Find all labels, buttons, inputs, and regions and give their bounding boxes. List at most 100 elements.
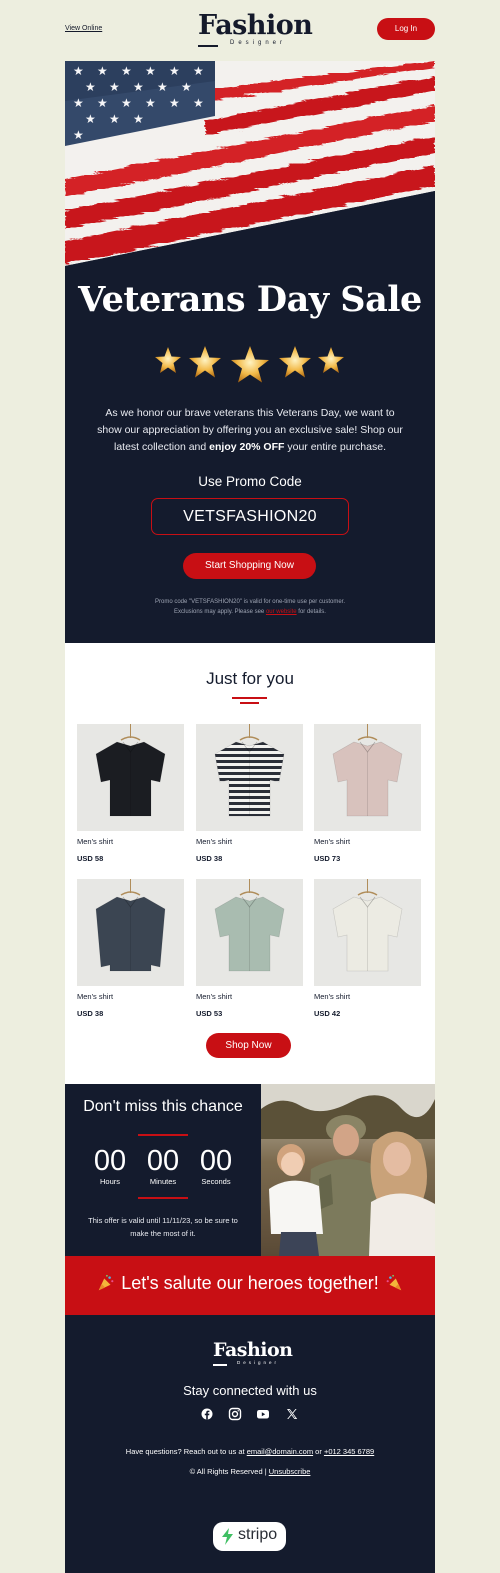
banner-text-row: Let's salute our heroes together! bbox=[65, 1273, 435, 1294]
product-name[interactable]: Men's shirt bbox=[314, 837, 421, 846]
svg-text:★: ★ bbox=[73, 96, 84, 110]
product-name[interactable]: Men's shirt bbox=[77, 837, 184, 846]
star-icon bbox=[279, 346, 311, 378]
party-popper-icon bbox=[386, 1274, 401, 1291]
stripo-wordmark: stripo bbox=[238, 1526, 278, 1543]
svg-text:★: ★ bbox=[109, 112, 120, 126]
product-image[interactable] bbox=[77, 724, 184, 831]
instagram-icon[interactable] bbox=[227, 1406, 243, 1422]
email-footer: Fashion Designer Stay connected with us bbox=[65, 1315, 435, 1573]
brand-logo[interactable]: Fashion Designer bbox=[198, 12, 313, 47]
product-price: USD 38 bbox=[196, 854, 223, 863]
hero-body-text: As we honor our brave veterans this Vete… bbox=[95, 405, 405, 456]
product-name[interactable]: Men's shirt bbox=[196, 837, 303, 846]
hero-section: ★ ★ ★ ★ ★ ★ ★ ★ ★ ★ ★ ★ ★ ★ ★ ★ ★ ★ ★ ★ ★ Veterans Day S… bbox=[65, 61, 435, 643]
svg-text:★: ★ bbox=[73, 128, 84, 142]
products-title: Just for you bbox=[206, 669, 294, 688]
phone-link[interactable]: +012 345 6789 bbox=[324, 1447, 374, 1456]
hero-title: Veterans Day Sale bbox=[78, 279, 422, 320]
svg-text:★: ★ bbox=[181, 80, 192, 94]
star-icon bbox=[189, 346, 221, 378]
rights-line: © All Rights Reserved | Unsubscribe bbox=[65, 1467, 435, 1476]
svg-text:★: ★ bbox=[85, 80, 96, 94]
countdown-minutes: 00 Minutes bbox=[138, 1146, 188, 1186]
countdown-section: Don't miss this chance 00 Hours 00 Minut… bbox=[65, 1084, 261, 1256]
star-icon bbox=[231, 346, 269, 383]
hours-label: Hours bbox=[99, 1177, 120, 1186]
svg-text:★: ★ bbox=[169, 64, 180, 78]
svg-text:★: ★ bbox=[157, 80, 168, 94]
hours-value: 00 bbox=[93, 1145, 127, 1177]
product-card[interactable]: Men's shirt USD 58 bbox=[77, 724, 184, 863]
promo-fine-print: Promo code "VETSFASHION20" is valid for … bbox=[105, 597, 395, 617]
product-image[interactable] bbox=[196, 879, 303, 986]
svg-text:★: ★ bbox=[97, 96, 108, 110]
banner-text: Let's salute our heroes together! bbox=[121, 1273, 379, 1293]
product-name[interactable]: Men's shirt bbox=[314, 992, 421, 1001]
countdown-title: Don't miss this chance bbox=[83, 1098, 243, 1115]
stripo-logo-icon bbox=[222, 1528, 233, 1545]
fine-print-text-end: for details. bbox=[296, 609, 326, 615]
rights-text: © All Rights Reserved | bbox=[189, 1467, 269, 1476]
youtube-icon[interactable] bbox=[255, 1406, 271, 1422]
product-card[interactable]: Men's shirt USD 38 bbox=[196, 724, 303, 863]
product-name[interactable]: Men's shirt bbox=[196, 992, 303, 1001]
footer-logo-underline bbox=[213, 1364, 227, 1366]
svg-text:★: ★ bbox=[85, 112, 96, 126]
svg-text:★: ★ bbox=[169, 96, 180, 110]
stripo-badge[interactable]: stripo bbox=[213, 1522, 286, 1551]
login-button[interactable]: Log In bbox=[377, 18, 435, 40]
product-price: USD 38 bbox=[77, 1009, 104, 1018]
our-website-link[interactable]: our website bbox=[266, 609, 297, 615]
product-card[interactable]: Men's shirt USD 73 bbox=[314, 724, 421, 863]
product-price: USD 53 bbox=[196, 1009, 223, 1018]
product-card[interactable]: Men's shirt USD 42 bbox=[314, 879, 421, 1018]
fine-print-line2: Exclusions may apply. Please see our web… bbox=[105, 607, 395, 617]
social-links bbox=[199, 1406, 301, 1422]
x-icon[interactable] bbox=[284, 1406, 300, 1422]
product-price: USD 73 bbox=[314, 854, 341, 863]
product-image[interactable] bbox=[314, 724, 421, 831]
shop-now-button[interactable]: Shop Now bbox=[206, 1033, 291, 1058]
countdown-divider-bottom bbox=[138, 1197, 188, 1199]
star-icon bbox=[155, 347, 181, 373]
svg-text:★: ★ bbox=[193, 64, 204, 78]
offer-validity-note: This offer is valid until 11/11/23, so b… bbox=[88, 1216, 238, 1238]
logo-underline bbox=[198, 45, 218, 47]
footer-logo-wordmark: Fashion bbox=[213, 1339, 293, 1361]
product-image[interactable] bbox=[196, 724, 303, 831]
countdown-hours: 00 Hours bbox=[85, 1146, 135, 1186]
facebook-icon[interactable] bbox=[199, 1406, 215, 1422]
footer-logo[interactable]: Fashion Designer bbox=[213, 1339, 293, 1366]
svg-text:★: ★ bbox=[97, 64, 108, 78]
contact-line: Have questions? Reach out to us at email… bbox=[65, 1447, 435, 1456]
product-card[interactable]: Men's shirt USD 53 bbox=[196, 879, 303, 1018]
title-divider-short bbox=[240, 702, 259, 704]
svg-text:★: ★ bbox=[145, 96, 156, 110]
email-link[interactable]: email@domain.com bbox=[247, 1447, 313, 1456]
svg-text:★: ★ bbox=[121, 96, 132, 110]
salute-banner: Let's salute our heroes together! bbox=[65, 1256, 435, 1315]
svg-text:★: ★ bbox=[109, 80, 120, 94]
view-online-link[interactable]: View Online bbox=[65, 25, 102, 32]
product-image[interactable] bbox=[77, 879, 184, 986]
product-price: USD 58 bbox=[77, 854, 104, 863]
hero-text-part2: your entire purchase. bbox=[284, 441, 386, 453]
email-page: View Online Fashion Designer Log In ★ ★ … bbox=[0, 0, 500, 1573]
soldier-family-photo bbox=[261, 1084, 435, 1256]
unsubscribe-link[interactable]: Unsubscribe bbox=[269, 1467, 311, 1476]
gold-stars-decoration bbox=[155, 346, 344, 383]
hero-text-bold: enjoy 20% OFF bbox=[209, 441, 285, 453]
start-shopping-button[interactable]: Start Shopping Now bbox=[183, 553, 316, 579]
countdown-seconds: 00 Seconds bbox=[191, 1146, 241, 1186]
product-price: USD 42 bbox=[314, 1009, 341, 1018]
fine-print-line1: Promo code "VETSFASHION20" is valid for … bbox=[154, 599, 345, 605]
american-flag-image: ★ ★ ★ ★ ★ ★ ★ ★ ★ ★ ★ ★ ★ ★ ★ ★ ★ ★ ★ ★ ★ bbox=[65, 61, 435, 266]
svg-text:★: ★ bbox=[133, 80, 144, 94]
minutes-value: 00 bbox=[146, 1145, 180, 1177]
product-image[interactable] bbox=[314, 879, 421, 986]
product-name[interactable]: Men's shirt bbox=[77, 992, 184, 1001]
stay-connected-heading: Stay connected with us bbox=[183, 1383, 317, 1398]
product-card[interactable]: Men's shirt USD 38 bbox=[77, 879, 184, 1018]
promo-code-box[interactable]: VETSFASHION20 bbox=[151, 498, 349, 535]
